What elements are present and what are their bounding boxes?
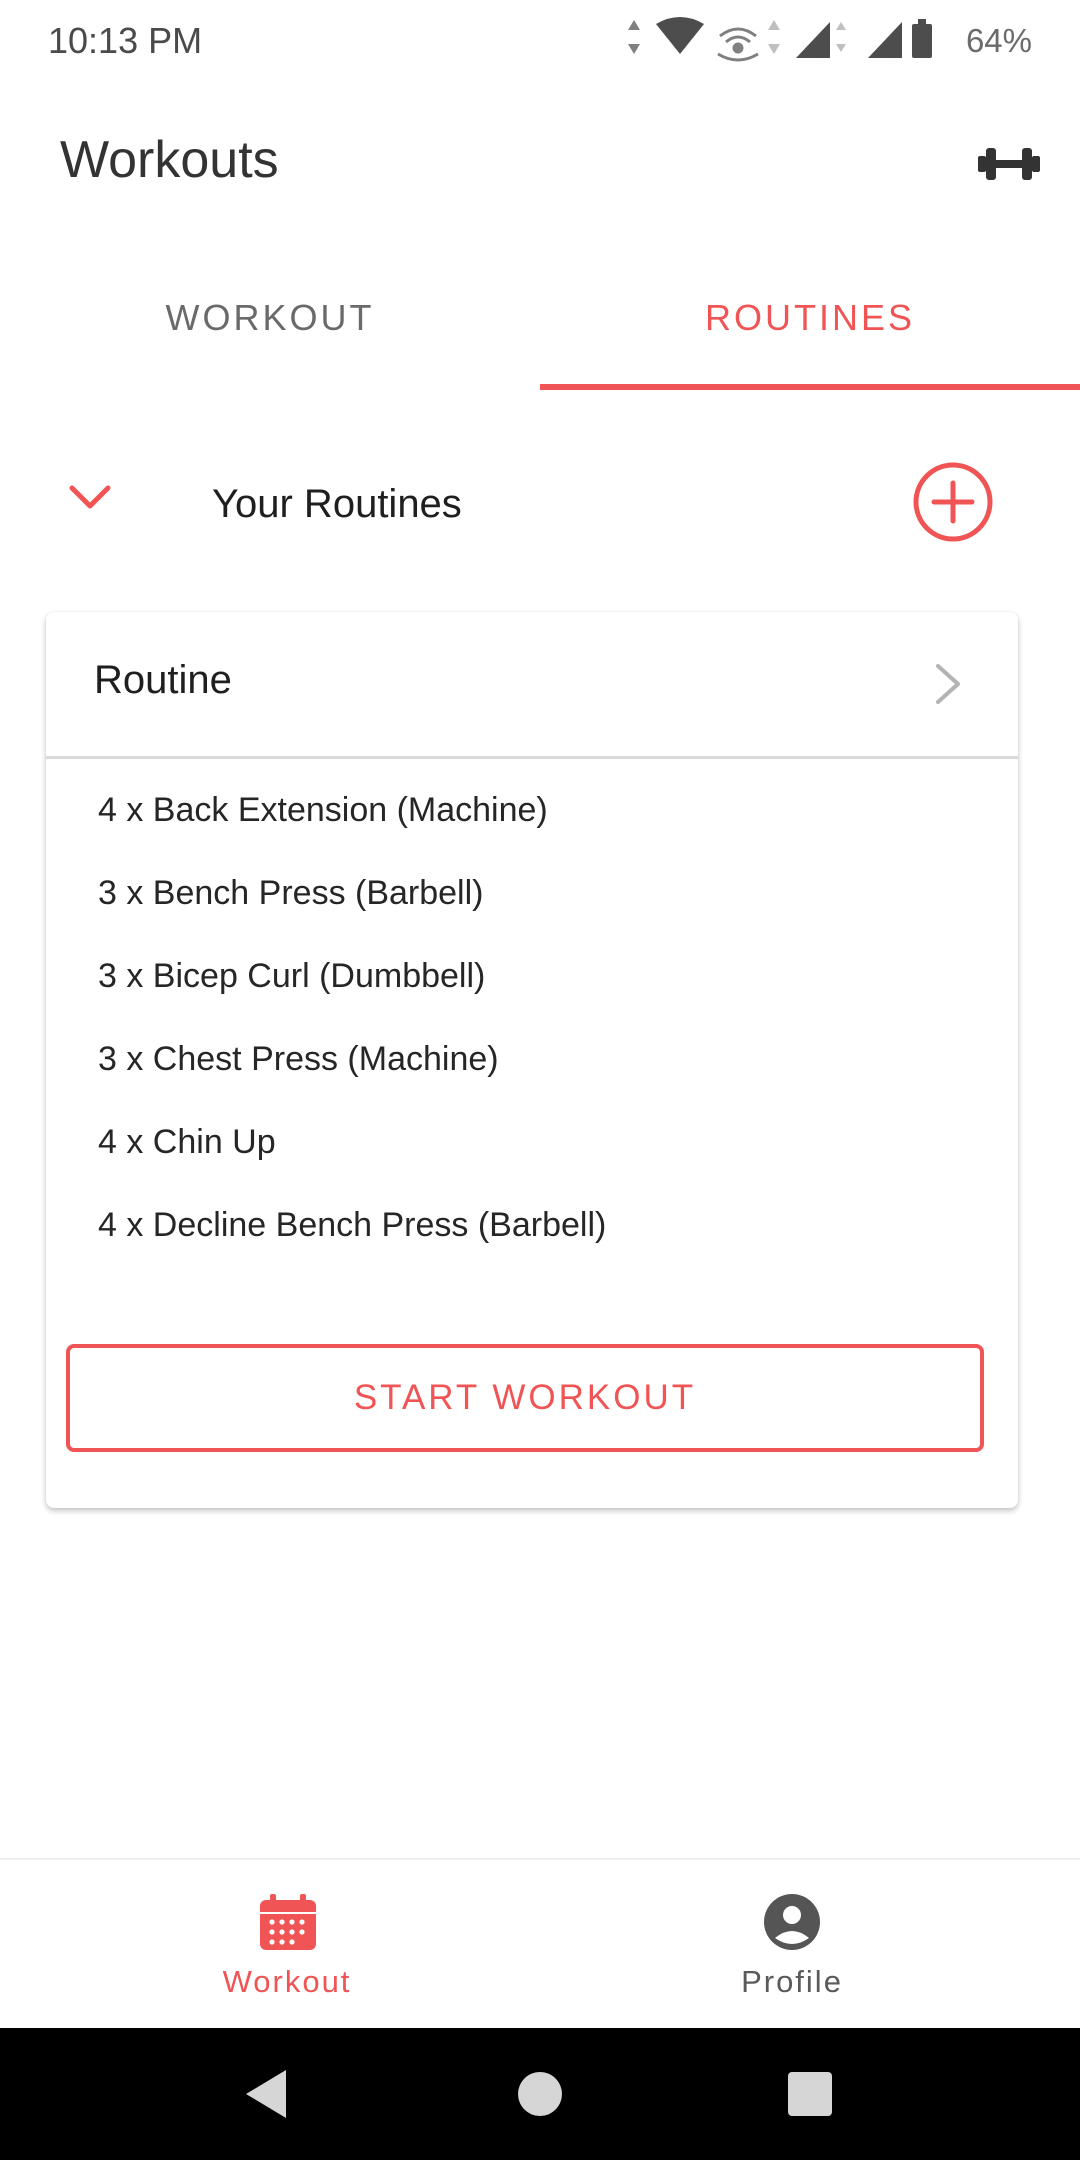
card-divider bbox=[46, 756, 1018, 759]
signal-icon: x bbox=[868, 22, 902, 62]
status-bar: 10:13 PM x x 64% bbox=[0, 0, 1080, 84]
exercise-item: 3 x Bench Press (Barbell) bbox=[98, 874, 484, 912]
section-title: Your Routines bbox=[212, 482, 462, 526]
nav-label-profile: Profile bbox=[741, 1964, 843, 1999]
exercise-item: 4 x Decline Bench Press (Barbell) bbox=[98, 1206, 607, 1244]
battery-percentage: 64% bbox=[965, 22, 1032, 59]
page-title: Workouts bbox=[60, 131, 279, 189]
nav-label-workout: Workout bbox=[222, 1964, 352, 1999]
home-icon[interactable] bbox=[510, 2064, 570, 2124]
status-time: 10:13 PM bbox=[48, 20, 203, 61]
wifi-icon bbox=[656, 17, 704, 54]
exercise-item: 4 x Chin Up bbox=[98, 1123, 276, 1161]
tab-routines-label: ROUTINES bbox=[704, 297, 915, 338]
chevron-right-icon bbox=[936, 664, 960, 704]
signal-icon: x bbox=[796, 22, 846, 62]
tab-indicator bbox=[540, 384, 1080, 390]
calendar-icon bbox=[260, 1894, 316, 1950]
routine-card-header[interactable]: Routine bbox=[46, 612, 1018, 756]
account-icon bbox=[764, 1894, 820, 1950]
exercise-list: 4 x Back Extension (Machine) 3 x Bench P… bbox=[98, 788, 978, 1286]
recents-icon[interactable] bbox=[780, 2064, 840, 2124]
svg-text:x: x bbox=[888, 46, 896, 62]
nav-item-workout[interactable]: Workout bbox=[0, 1860, 540, 2030]
system-nav-bar bbox=[0, 2028, 1080, 2160]
tab-workout[interactable]: WORKOUT bbox=[0, 292, 540, 392]
chevron-down-icon[interactable] bbox=[66, 478, 114, 518]
data-arrows-icon bbox=[628, 20, 640, 54]
svg-text:x: x bbox=[816, 46, 824, 62]
exercise-item: 3 x Chest Press (Machine) bbox=[98, 1040, 499, 1078]
nav-item-profile[interactable]: Profile bbox=[540, 1860, 1080, 2030]
routine-card: Routine 4 x Back Extension (Machine) 3 x… bbox=[46, 612, 1018, 1508]
add-routine-button[interactable] bbox=[912, 461, 994, 543]
dumbbell-icon[interactable] bbox=[978, 144, 1040, 184]
app-screen: 10:13 PM x x 64% Workouts WORKOUT ROUTIN… bbox=[0, 0, 1080, 2160]
exercise-item: 4 x Back Extension (Machine) bbox=[98, 791, 548, 829]
plus-circle-icon bbox=[913, 462, 993, 542]
tab-workout-label: WORKOUT bbox=[165, 297, 375, 338]
exercise-item: 3 x Bicep Curl (Dumbbell) bbox=[98, 957, 486, 995]
data-arrows-icon bbox=[768, 20, 780, 54]
hotspot-icon bbox=[717, 27, 759, 62]
tab-routines[interactable]: ROUTINES bbox=[540, 292, 1080, 392]
bottom-nav: Workout Profile bbox=[0, 1858, 1080, 2030]
start-workout-button[interactable]: START WORKOUT bbox=[66, 1344, 984, 1452]
routine-title: Routine bbox=[94, 658, 232, 702]
back-icon[interactable] bbox=[240, 2064, 300, 2124]
battery-icon bbox=[912, 19, 932, 58]
